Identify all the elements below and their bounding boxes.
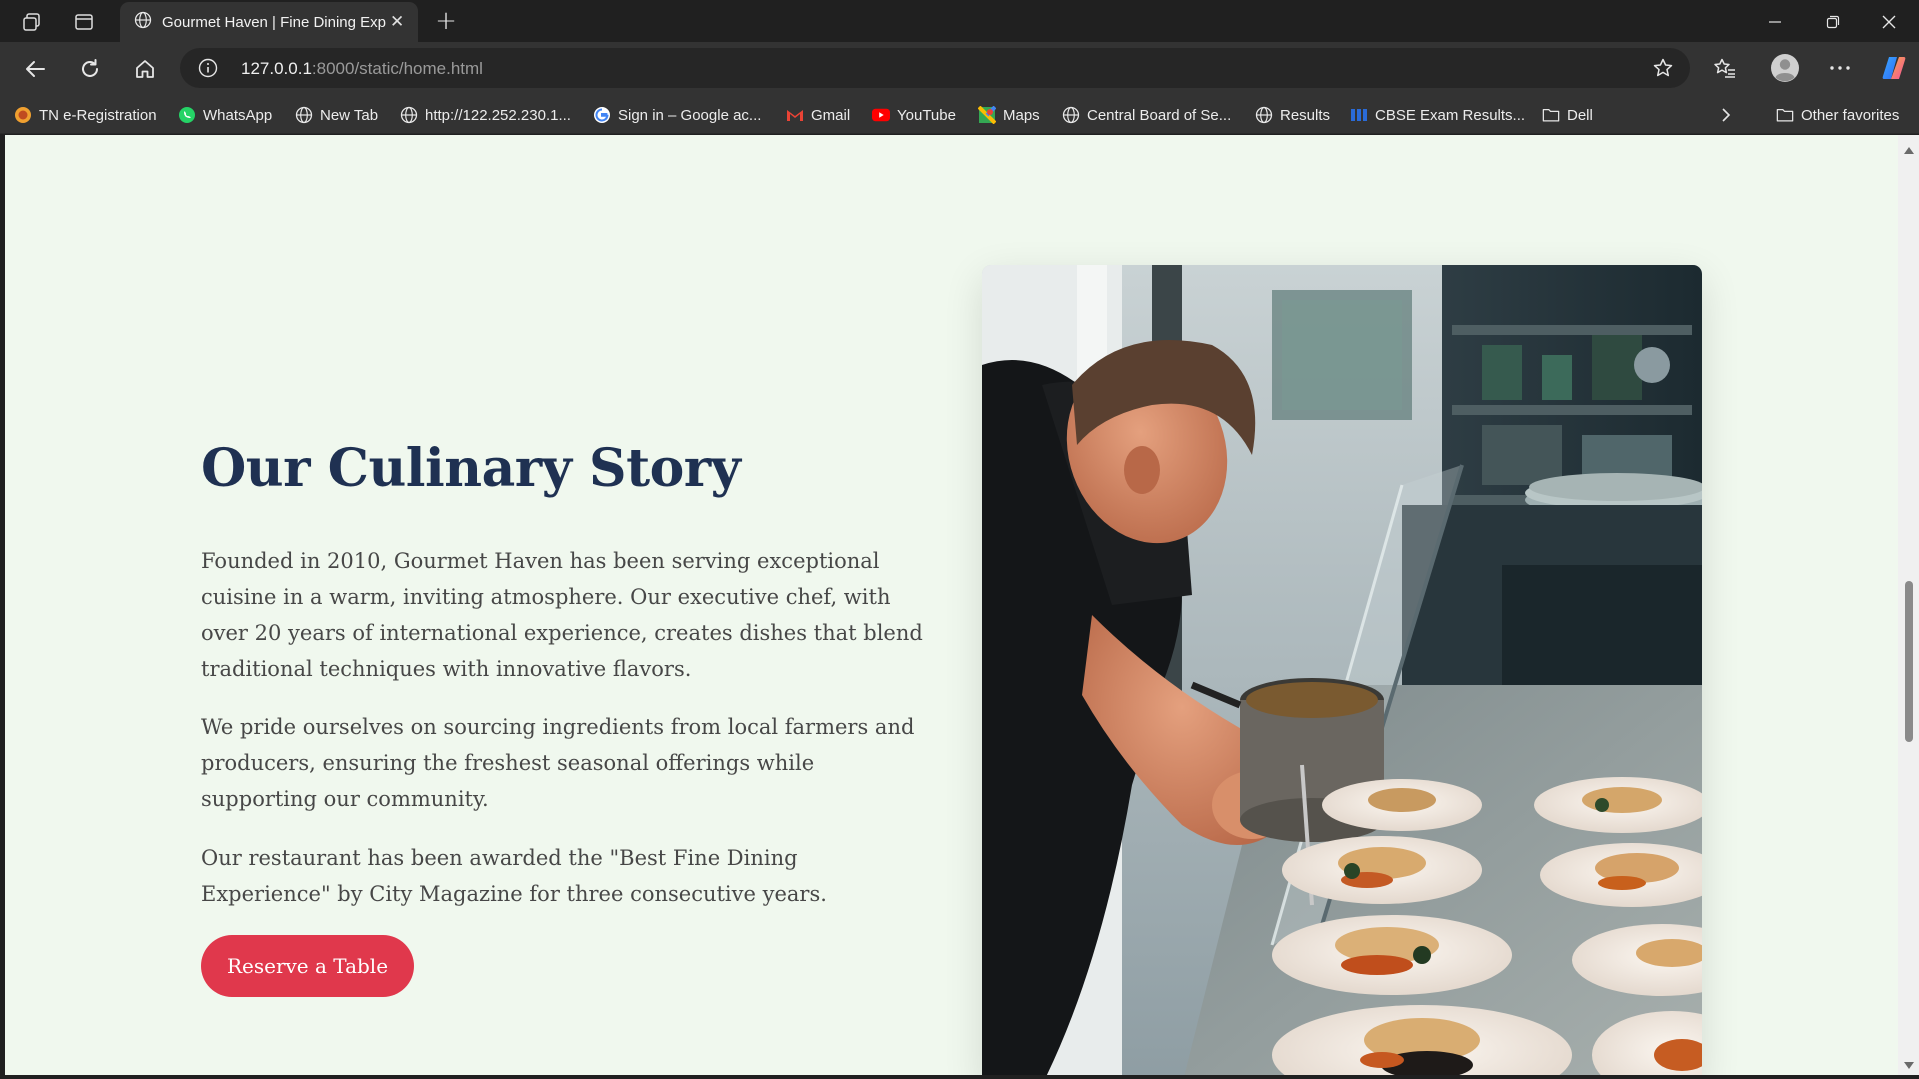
bookmark-label: Sign in – Google ac... — [618, 106, 762, 124]
bookmark-cbse-results[interactable]: CBSE Exam Results... — [1350, 104, 1525, 126]
page-title: Our Culinary Story — [201, 438, 741, 499]
restore-icon[interactable] — [1810, 8, 1856, 36]
globe-icon — [134, 11, 152, 33]
bookmark-new-tab[interactable]: New Tab — [295, 104, 378, 126]
profile-avatar-icon[interactable] — [1768, 51, 1802, 85]
other-favorites-label: Other favorites — [1801, 106, 1900, 124]
bookmark-label: Central Board of Se... — [1087, 106, 1232, 124]
bookmark-label: Gmail — [811, 106, 851, 124]
chef-plating-photo — [982, 265, 1702, 1075]
workspaces-icon[interactable] — [18, 9, 46, 35]
favorite-star-icon[interactable] — [1652, 57, 1674, 83]
address-bar[interactable]: 127.0.0.1:8000/static/home.html — [180, 48, 1690, 88]
reserve-table-button[interactable]: Reserve a Table — [201, 935, 414, 997]
bookmark-label: CBSE Exam Results... — [1375, 106, 1526, 124]
tab-actions-icon[interactable] — [70, 9, 98, 35]
bookmark-google-signin[interactable]: Sign in – Google ac... — [593, 104, 761, 126]
folder-icon — [1776, 106, 1794, 124]
bookmark-label: http://122.252.230.1... — [425, 106, 571, 124]
bookmark-label: Dell — [1567, 106, 1593, 124]
url-path: :8000/static/home.html — [311, 59, 483, 78]
bookmark-label: Maps — [1003, 106, 1040, 124]
story-paragraph-3: Our restaurant has been awarded the "Bes… — [201, 846, 827, 906]
bookmark-ip-address[interactable]: http://122.252.230.1... — [400, 104, 571, 126]
new-tab-icon[interactable]: + — [432, 8, 460, 34]
cbse-icon — [1350, 106, 1368, 124]
more-options-icon[interactable] — [1825, 53, 1855, 83]
back-icon[interactable] — [20, 54, 50, 84]
folder-icon — [1542, 106, 1560, 124]
other-favorites[interactable]: Other favorites — [1776, 104, 1899, 126]
scroll-down-arrow-icon[interactable] — [1904, 1062, 1914, 1069]
url-text: 127.0.0.1:8000/static/home.html — [241, 59, 483, 79]
google-icon — [593, 106, 611, 124]
active-tab[interactable]: Gourmet Haven | Fine Dining Experience ✕ — [120, 2, 418, 42]
browser-toolbar: 127.0.0.1:8000/static/home.html — [0, 42, 1919, 94]
bookmark-maps[interactable]: Maps — [978, 104, 1040, 126]
bookmark-label: New Tab — [320, 106, 379, 124]
site-info-icon[interactable] — [198, 58, 218, 82]
favorites-icon[interactable] — [1710, 53, 1740, 83]
minimize-icon[interactable] — [1752, 8, 1798, 36]
whatsapp-icon — [178, 106, 196, 124]
home-icon[interactable] — [130, 54, 160, 84]
globe-icon — [400, 106, 418, 124]
bookmark-folder-dell[interactable]: Dell — [1542, 104, 1593, 126]
bookmark-youtube[interactable]: YouTube — [872, 104, 956, 126]
bookmarks-bar: TN e-Registration WhatsApp New Tab http:… — [0, 94, 1919, 134]
scroll-up-arrow-icon[interactable] — [1904, 147, 1914, 154]
bookmark-label: Results — [1280, 106, 1331, 124]
scrollbar-thumb[interactable] — [1905, 581, 1913, 742]
page-scrollbar[interactable] — [1898, 135, 1919, 1075]
bookmark-central-board[interactable]: Central Board of Se... — [1062, 104, 1231, 126]
url-host: 127.0.0.1 — [241, 59, 312, 78]
story-paragraph-2: We pride ourselves on sourcing ingredien… — [201, 715, 915, 811]
globe-icon — [295, 106, 313, 124]
maps-icon — [978, 106, 996, 124]
browser-tab-bar: Gourmet Haven | Fine Dining Experience ✕… — [0, 0, 1919, 42]
page-viewport: Our Culinary Story Founded in 2010, Gour… — [5, 135, 1898, 1075]
gmail-icon — [786, 106, 804, 124]
bookmark-label: WhatsApp — [203, 106, 273, 124]
copilot-icon[interactable] — [1879, 53, 1909, 83]
globe-icon — [1255, 106, 1273, 124]
bookmark-label: YouTube — [897, 106, 956, 124]
close-tab-icon[interactable]: ✕ — [386, 12, 408, 32]
bookmark-results[interactable]: Results — [1255, 104, 1330, 126]
close-window-icon[interactable] — [1866, 8, 1912, 36]
refresh-icon[interactable] — [75, 54, 105, 84]
bookmarks-overflow-chevron-icon[interactable] — [1720, 104, 1732, 126]
tab-title: Gourmet Haven | Fine Dining Experience — [162, 13, 386, 31]
bookmark-label: TN e-Registration — [39, 106, 157, 124]
tn-logo-icon — [14, 106, 32, 124]
bookmark-whatsapp[interactable]: WhatsApp — [178, 104, 272, 126]
story-paragraph-1: Founded in 2010, Gourmet Haven has been … — [201, 549, 923, 681]
youtube-icon — [872, 106, 890, 124]
globe-icon — [1062, 106, 1080, 124]
bookmark-tn-e-registration[interactable]: TN e-Registration — [14, 104, 157, 126]
bookmark-gmail[interactable]: Gmail — [786, 104, 850, 126]
